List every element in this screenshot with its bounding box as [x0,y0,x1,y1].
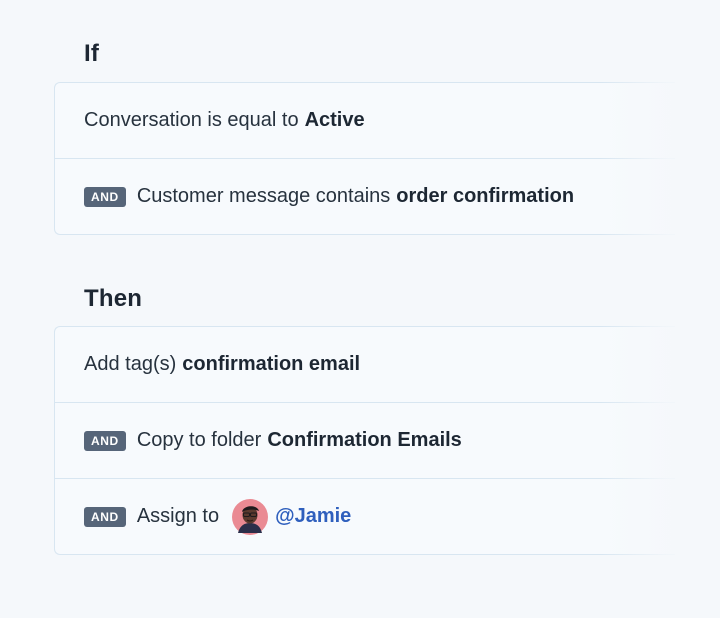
action-text: Copy to folder [136,429,262,451]
assignee-mention[interactable]: @Jamie [275,505,351,528]
action-text: Add tag(s) [84,353,177,375]
user-avatar-icon [232,498,269,535]
action-row[interactable]: AND Assign to @Jamie [55,479,675,554]
then-heading: Then [84,285,143,312]
then-actions-card: Add tag(s) confirmation email AND Copy t… [54,326,675,555]
condition-text: Conversation is equal to [84,109,299,131]
action-row[interactable]: Add tag(s) confirmation email [55,327,675,403]
and-badge: AND [84,186,126,207]
if-heading: If [84,40,100,67]
condition-row[interactable]: Conversation is equal to Active [55,83,675,159]
if-conditions-card: Conversation is equal to Active AND Cust… [54,82,675,235]
condition-row[interactable]: AND Customer message contains order conf… [55,159,675,234]
condition-value[interactable]: order confirmation [396,185,574,208]
action-value[interactable]: confirmation email [182,353,360,376]
and-badge: AND [84,430,126,451]
rule-builder: If Conversation is equal to Active AND C… [0,0,720,618]
condition-value[interactable]: Active [305,109,365,132]
action-value[interactable]: Confirmation Emails [267,429,461,452]
action-text: Assign to [136,505,220,527]
action-row[interactable]: AND Copy to folder Confirmation Emails [55,403,675,479]
and-badge: AND [84,506,126,527]
condition-text: Customer message contains [136,185,391,207]
